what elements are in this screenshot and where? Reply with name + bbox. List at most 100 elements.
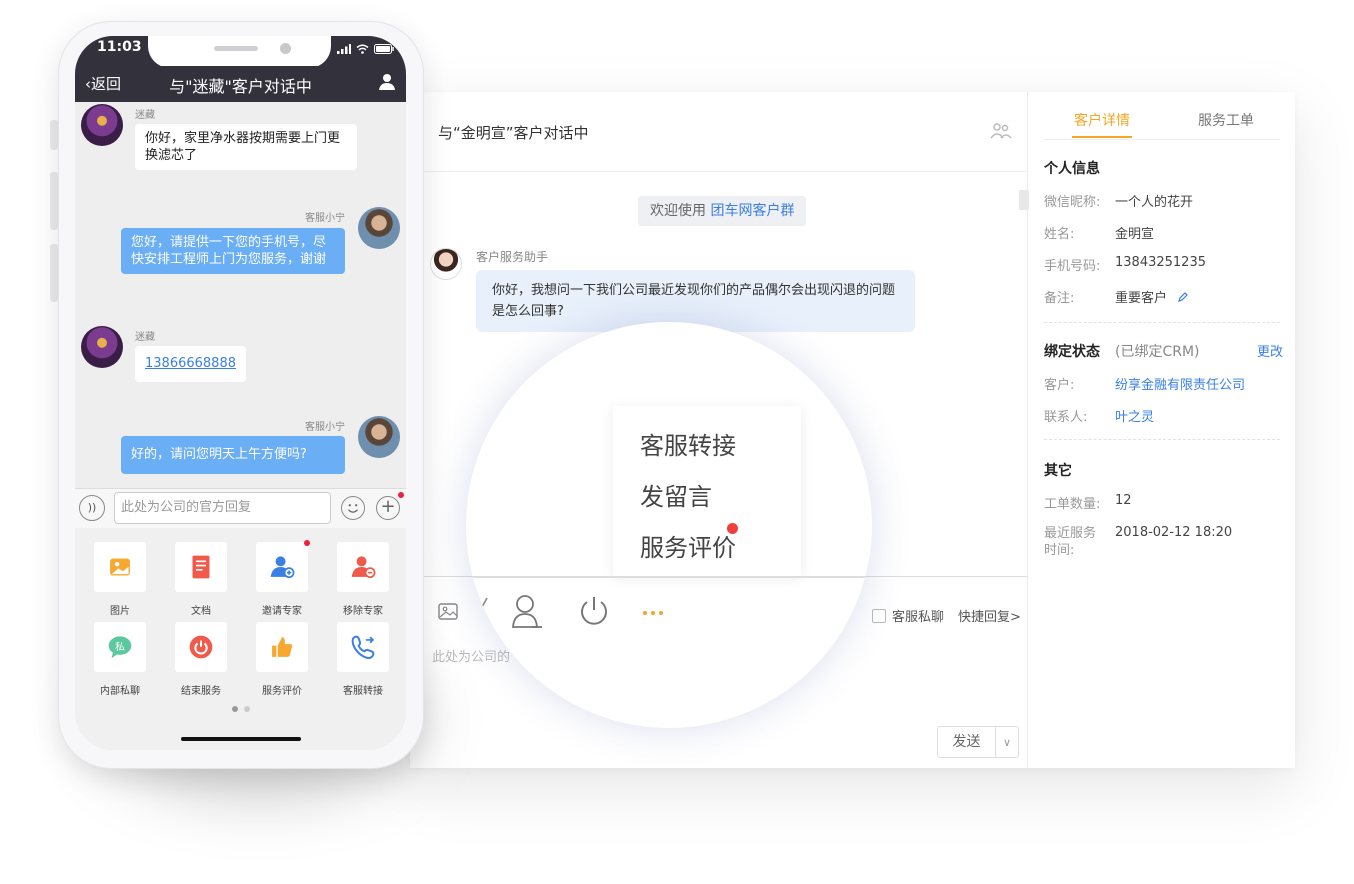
action-tile[interactable]: 私 — [94, 622, 146, 672]
action-private-chat[interactable]: 私内部私聊 — [84, 622, 156, 697]
note-value: 重要客户 — [1115, 287, 1189, 306]
private-chat-checkbox[interactable]: 客服私聊 — [872, 606, 944, 625]
battery-icon — [374, 44, 394, 54]
action-invite-expert[interactable]: 邀请专家 — [246, 540, 318, 617]
power-icon[interactable] — [578, 594, 610, 628]
tickets-value: 12 — [1115, 493, 1132, 508]
user-profile-icon[interactable] — [378, 73, 396, 91]
home-indicator[interactable] — [181, 737, 301, 741]
binding-title: 绑定状态 — [1044, 344, 1100, 360]
action-remove-expert[interactable]: 移除专家 — [327, 542, 399, 617]
action-thumbs-up[interactable]: 服务评价 — [246, 622, 318, 697]
wechat-value: 一个人的花开 — [1115, 195, 1194, 210]
message-bubble: 你好，家里净水器按期需要上门更换滤芯了 — [135, 124, 357, 170]
toolbar-divider — [466, 576, 872, 578]
contact-label: 联系人: — [1044, 410, 1088, 425]
note-text: 重要客户 — [1115, 291, 1168, 306]
action-tile[interactable] — [94, 542, 146, 592]
phone-notch — [148, 36, 331, 68]
document-icon[interactable] — [184, 550, 218, 584]
quick-reply-link[interactable]: 快捷回复> — [958, 606, 1021, 625]
menu-item-service-rating[interactable]: 服务评价 — [640, 528, 736, 563]
note-label: 备注: — [1044, 291, 1075, 306]
action-tile[interactable] — [256, 540, 310, 592]
thumbs-up-icon[interactable] — [265, 630, 299, 664]
action-tile[interactable] — [175, 542, 227, 592]
customer-info-panel: 客户详情 服务工单 个人信息 微信昵称: 一个人的花开 姓名: 金明宣 手机号码… — [1028, 92, 1295, 768]
speaker-grille — [214, 46, 258, 51]
chevron-down-icon[interactable]: ∨ — [996, 736, 1018, 749]
edit-icon[interactable] — [1177, 291, 1189, 303]
emoji-icon[interactable] — [341, 496, 365, 520]
other-title: 其它 — [1044, 463, 1072, 479]
phone-volume-down-button — [50, 244, 58, 302]
binding-status: (已绑定CRM) — [1115, 344, 1200, 360]
status-icons — [337, 44, 394, 54]
action-label: 图片 — [110, 606, 130, 617]
private-chat-icon[interactable]: 私 — [103, 630, 137, 664]
agent-avatar — [430, 248, 462, 280]
message-input[interactable]: 此处为公司的 — [432, 646, 510, 665]
send-button[interactable]: 发送 ∨ — [937, 726, 1019, 758]
agent-avatar — [358, 416, 400, 458]
phone-volume-up-button — [50, 172, 58, 230]
tickets-label: 工单数量: — [1044, 497, 1101, 512]
change-binding-link[interactable]: 更改 — [1257, 341, 1283, 360]
agent-avatar — [358, 207, 400, 249]
bound-customer-link[interactable]: 纷享金融有限责任公司 — [1115, 374, 1245, 393]
action-phone-transfer[interactable]: 客服转接 — [327, 622, 399, 697]
magnifier-callout: 客服转接 发留言 服务评价 — [466, 322, 872, 728]
group-members-icon[interactable] — [990, 122, 1012, 140]
send-label[interactable]: 发送 — [938, 727, 996, 757]
user-transfer-icon[interactable] — [510, 594, 544, 630]
phone-label: 手机号码: — [1044, 259, 1101, 274]
remove-expert-icon[interactable] — [346, 550, 380, 584]
notification-dot — [304, 540, 310, 546]
message-bubble: 您好，请提供一下您的手机号，尽快安排工程师上门为您服务，谢谢 — [121, 228, 345, 274]
section-divider — [1044, 439, 1280, 440]
tab-service-tickets[interactable]: 服务工单 — [1198, 110, 1254, 130]
invite-expert-icon[interactable] — [265, 550, 299, 584]
phone-value: 13843251235 — [1115, 255, 1206, 270]
sender-name: 迷藏 — [135, 332, 155, 343]
page-indicator — [232, 706, 250, 712]
action-power[interactable]: 结束服务 — [165, 622, 237, 697]
action-label: 邀请专家 — [262, 606, 302, 617]
phone-transfer-icon[interactable] — [346, 630, 380, 664]
message-list: 迷藏 你好，家里净水器按期需要上门更换滤芯了 客服小宁 您好，请提供一下您的手机… — [75, 102, 406, 488]
more-dots-icon[interactable] — [642, 610, 664, 616]
menu-item-leave-message[interactable]: 发留言 — [640, 477, 712, 512]
menu-item-transfer[interactable]: 客服转接 — [640, 426, 736, 461]
name-label: 姓名: — [1044, 227, 1075, 242]
action-label: 文档 — [191, 606, 211, 617]
action-tile[interactable] — [256, 622, 308, 672]
chat-nav-bar: ‹返回 与"迷藏"客户对话中 — [75, 66, 406, 102]
action-tile[interactable] — [175, 622, 227, 672]
action-tile[interactable] — [337, 622, 389, 672]
phone-number-link[interactable]: 13866668888 — [145, 356, 236, 371]
phone-message-input[interactable]: 此处为公司的官方回复 — [114, 492, 331, 524]
message-bubble: 13866668888 — [135, 346, 246, 382]
image-icon[interactable] — [103, 550, 137, 584]
page-dot[interactable] — [232, 706, 238, 712]
personal-info-title: 个人信息 — [1044, 161, 1100, 177]
power-icon[interactable] — [184, 630, 218, 664]
voice-input-icon[interactable]: )) — [79, 495, 105, 521]
action-document[interactable]: 文档 — [165, 542, 237, 617]
private-chat-label: 客服私聊 — [892, 610, 945, 625]
wechat-label: 微信昵称: — [1044, 195, 1101, 210]
action-label: 客服转接 — [343, 686, 383, 697]
agent-name: 客户服务助手 — [476, 250, 549, 264]
action-image[interactable]: 图片 — [84, 542, 156, 617]
chat-title: 与“金明宣”客户对话中 — [438, 124, 589, 142]
scissors-icon[interactable] — [474, 594, 488, 618]
contact-link[interactable]: 叶之灵 — [1115, 406, 1154, 425]
svg-text:私: 私 — [115, 641, 125, 653]
image-icon[interactable] — [438, 602, 460, 622]
phone-mute-button — [50, 120, 58, 150]
checkbox-box[interactable] — [872, 608, 886, 623]
page-dot[interactable] — [244, 706, 250, 712]
add-attachment-icon[interactable]: + — [376, 496, 400, 520]
action-tile[interactable] — [337, 542, 389, 592]
tab-customer-details[interactable]: 客户详情 — [1072, 110, 1132, 138]
